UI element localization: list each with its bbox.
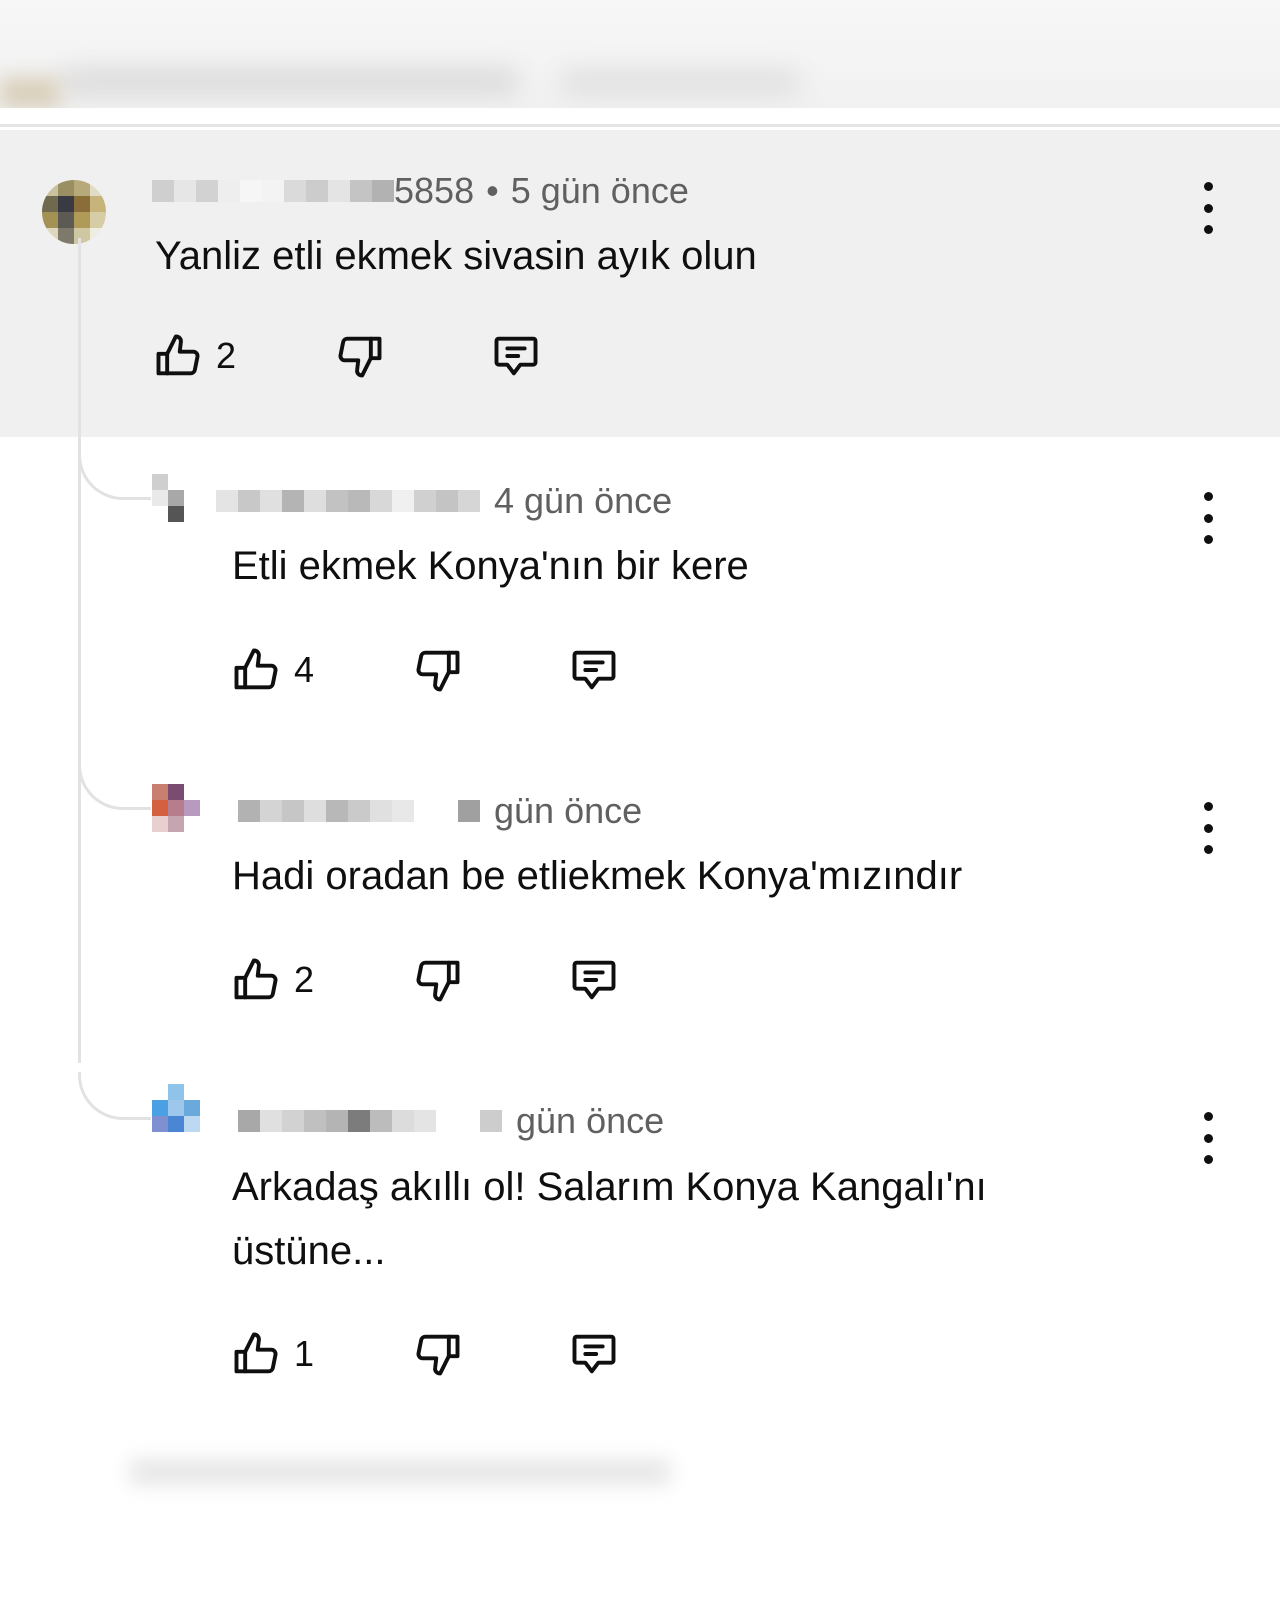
- blurred-header: [0, 0, 1280, 108]
- comment-item: 5858 • 5 gün önce Yanliz etli ekmek siva…: [0, 130, 1280, 437]
- username-redacted[interactable]: [238, 800, 480, 822]
- comment-time[interactable]: 5 gün önce: [511, 170, 689, 212]
- comment-time[interactable]: gün önce: [516, 1100, 664, 1142]
- like-count: 2: [294, 959, 315, 1000]
- comment-icon: [572, 650, 616, 690]
- dislike-button[interactable]: [412, 954, 464, 1006]
- comment-meta: 5858 • 5 gün önce: [152, 170, 689, 212]
- comment-text: Etli ekmek Konya'nın bir kere: [232, 544, 749, 588]
- comment-icon: [494, 336, 538, 376]
- thumbs-up-icon: [234, 1332, 278, 1374]
- comment-text: Hadi oradan be etliekmek Konya'mızındır: [232, 854, 963, 898]
- like-button[interactable]: 1: [230, 1328, 334, 1380]
- divider: [0, 124, 1280, 127]
- comment-time[interactable]: 4 gün önce: [494, 480, 672, 522]
- comment-actions: 2: [152, 330, 542, 382]
- comment-meta: gün önce: [238, 1100, 664, 1142]
- comment-icon: [572, 1334, 616, 1374]
- comment-actions: 4: [230, 644, 620, 696]
- thumbs-down-icon: [338, 336, 382, 378]
- dislike-button[interactable]: [412, 1328, 464, 1380]
- more-vertical-icon[interactable]: [1196, 802, 1220, 854]
- avatar[interactable]: [152, 784, 216, 848]
- like-count: 4: [294, 649, 315, 690]
- dislike-button[interactable]: [334, 330, 386, 382]
- thumbs-up-icon: [156, 334, 200, 376]
- reply-button[interactable]: [490, 330, 542, 382]
- avatar[interactable]: [152, 1084, 216, 1148]
- comment-time[interactable]: gün önce: [494, 790, 642, 832]
- username-redacted[interactable]: [216, 490, 480, 512]
- blurred-footer: [130, 1460, 670, 1484]
- more-vertical-icon[interactable]: [1196, 1112, 1220, 1164]
- more-vertical-icon[interactable]: [1196, 182, 1220, 234]
- reply-item: gün önce Hadi oradan be etliekmek Konya'…: [0, 770, 1280, 1070]
- like-button[interactable]: 2: [230, 954, 334, 1006]
- comment-meta: gün önce: [238, 790, 642, 832]
- thumbs-down-icon: [416, 650, 460, 692]
- like-count: 2: [216, 335, 237, 376]
- username-redacted[interactable]: [152, 180, 394, 202]
- comment-actions: 2: [230, 954, 620, 1006]
- thumbs-up-icon: [234, 648, 278, 690]
- reply-item: 4 gün önce Etli ekmek Konya'nın bir kere…: [0, 460, 1280, 760]
- reply-button[interactable]: [568, 1328, 620, 1380]
- meta-separator: •: [486, 170, 499, 211]
- thumbs-down-icon: [416, 960, 460, 1002]
- like-button[interactable]: 4: [230, 644, 334, 696]
- comment-text: Arkadaş akıllı ol! Salarım Konya Kangalı…: [232, 1165, 987, 1273]
- comment-text: Yanliz etli ekmek sivasin ayık olun: [155, 234, 757, 278]
- comment-icon: [572, 960, 616, 1000]
- thumbs-down-icon: [416, 1334, 460, 1376]
- avatar[interactable]: [42, 180, 106, 244]
- comment-meta: 4 gün önce: [216, 480, 672, 522]
- username-suffix[interactable]: 5858: [394, 170, 474, 212]
- more-vertical-icon[interactable]: [1196, 492, 1220, 544]
- username-redacted[interactable]: [238, 1110, 502, 1132]
- dislike-button[interactable]: [412, 644, 464, 696]
- reply-button[interactable]: [568, 954, 620, 1006]
- like-count: 1: [294, 1333, 315, 1374]
- thumbs-up-icon: [234, 958, 278, 1000]
- reply-button[interactable]: [568, 644, 620, 696]
- like-button[interactable]: 2: [152, 330, 256, 382]
- avatar[interactable]: [152, 474, 216, 538]
- comment-actions: 1: [230, 1328, 620, 1380]
- reply-item: gün önce Arkadaş akıllı ol! Salarım Kony…: [0, 1080, 1280, 1450]
